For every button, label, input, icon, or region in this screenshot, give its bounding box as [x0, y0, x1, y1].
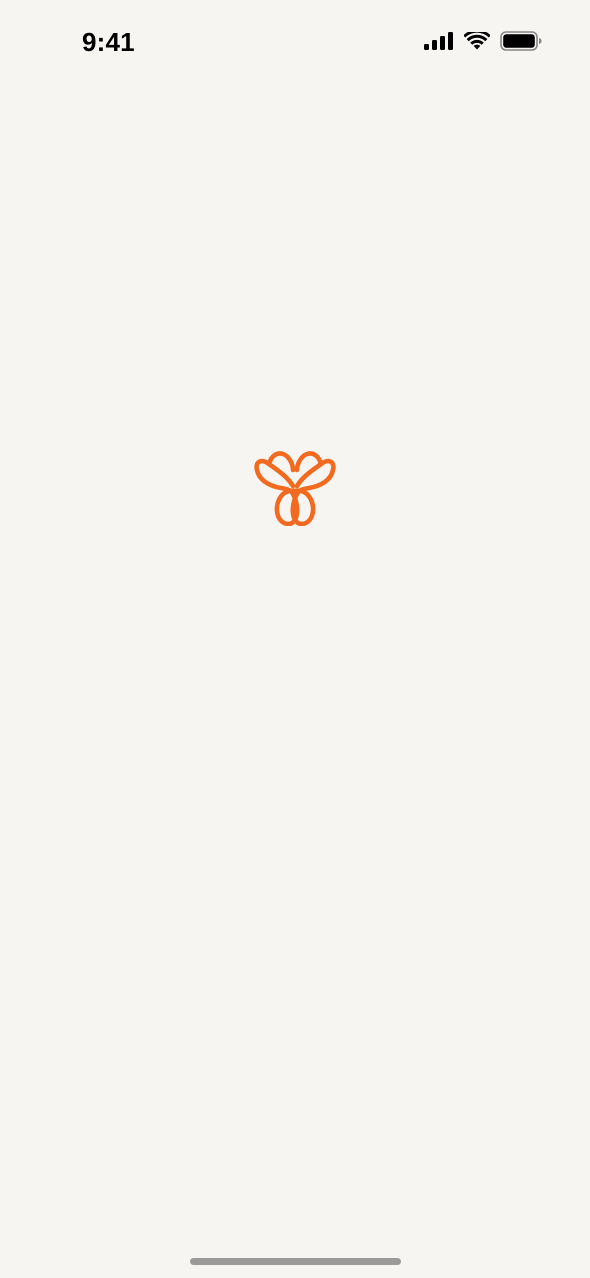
- battery-icon: [500, 31, 542, 51]
- wifi-icon: [464, 31, 490, 51]
- status-icons: [424, 31, 542, 51]
- home-indicator[interactable]: [190, 1258, 401, 1265]
- cellular-signal-icon: [424, 32, 454, 50]
- status-bar: 9:41: [0, 0, 590, 88]
- splash-screen: 9:41: [0, 0, 590, 1278]
- status-time: 9:41: [82, 27, 135, 57]
- butterfly-logo-icon: [253, 450, 337, 526]
- app-logo: [253, 450, 337, 526]
